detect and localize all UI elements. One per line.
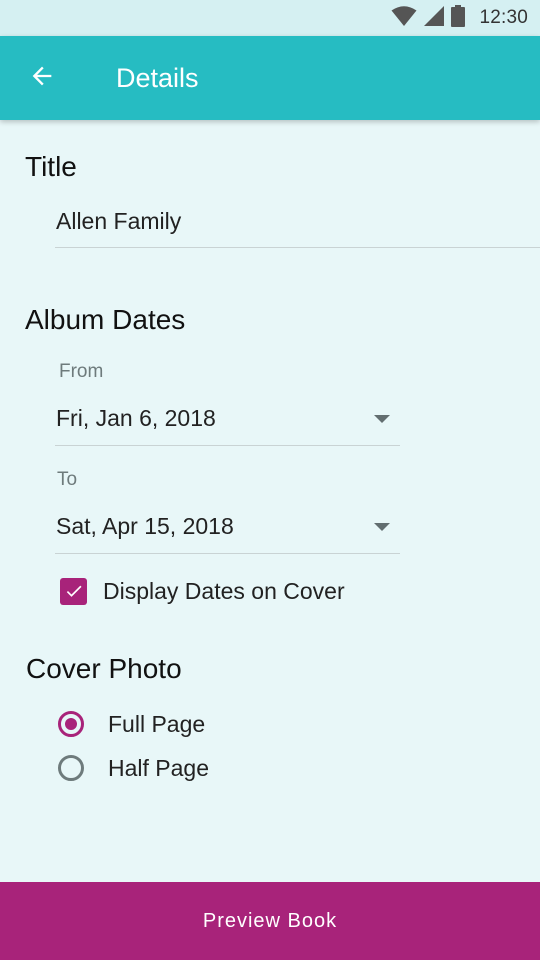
radio-dot	[65, 718, 77, 730]
title-heading: Title	[25, 151, 77, 182]
status-time: 12:30	[479, 7, 528, 28]
to-date-select[interactable]: Sat, Apr 15, 2018	[55, 501, 400, 554]
to-date-value: Sat, Apr 15, 2018	[56, 513, 234, 539]
radio-half-page-label: Half Page	[108, 754, 210, 781]
from-label: From	[59, 361, 104, 382]
display-dates-checkbox[interactable]: Display Dates on Cover	[60, 576, 345, 606]
app-bar: Details	[0, 36, 540, 120]
back-button[interactable]	[22, 58, 62, 98]
radio-selected-icon[interactable]	[58, 711, 84, 737]
to-label: To	[57, 469, 78, 490]
checkbox-checked-icon[interactable]	[60, 577, 87, 605]
wifi-icon	[391, 5, 417, 32]
cell-signal-icon	[423, 5, 445, 32]
preview-book-label: Preview Book	[202, 909, 338, 932]
page-title: Details	[116, 63, 199, 93]
status-bar: 12:30	[0, 0, 540, 36]
from-date-value: Fri, Jan 6, 2018	[56, 405, 216, 431]
title-input[interactable]: Allen Family	[55, 200, 540, 248]
display-dates-label: Display Dates on Cover	[103, 577, 345, 604]
arrow-back-icon	[28, 62, 56, 95]
radio-full-page-label: Full Page	[108, 710, 206, 737]
title-input-value: Allen Family	[56, 208, 182, 234]
album-dates-heading: Album Dates	[25, 304, 186, 335]
dropdown-arrow-icon	[374, 523, 390, 531]
radio-half-page[interactable]: Half Page	[58, 752, 209, 784]
battery-icon	[451, 4, 466, 32]
status-icons: 12:30	[391, 4, 528, 32]
details-screen: 12:30 Details Title Allen Family Album D…	[0, 0, 540, 960]
preview-book-button[interactable]: Preview Book	[0, 882, 540, 960]
cover-photo-heading: Cover Photo	[26, 653, 182, 684]
radio-full-page[interactable]: Full Page	[58, 708, 205, 740]
from-date-select[interactable]: Fri, Jan 6, 2018	[55, 393, 400, 446]
dropdown-arrow-icon	[374, 415, 390, 423]
radio-unselected-icon[interactable]	[58, 755, 84, 781]
